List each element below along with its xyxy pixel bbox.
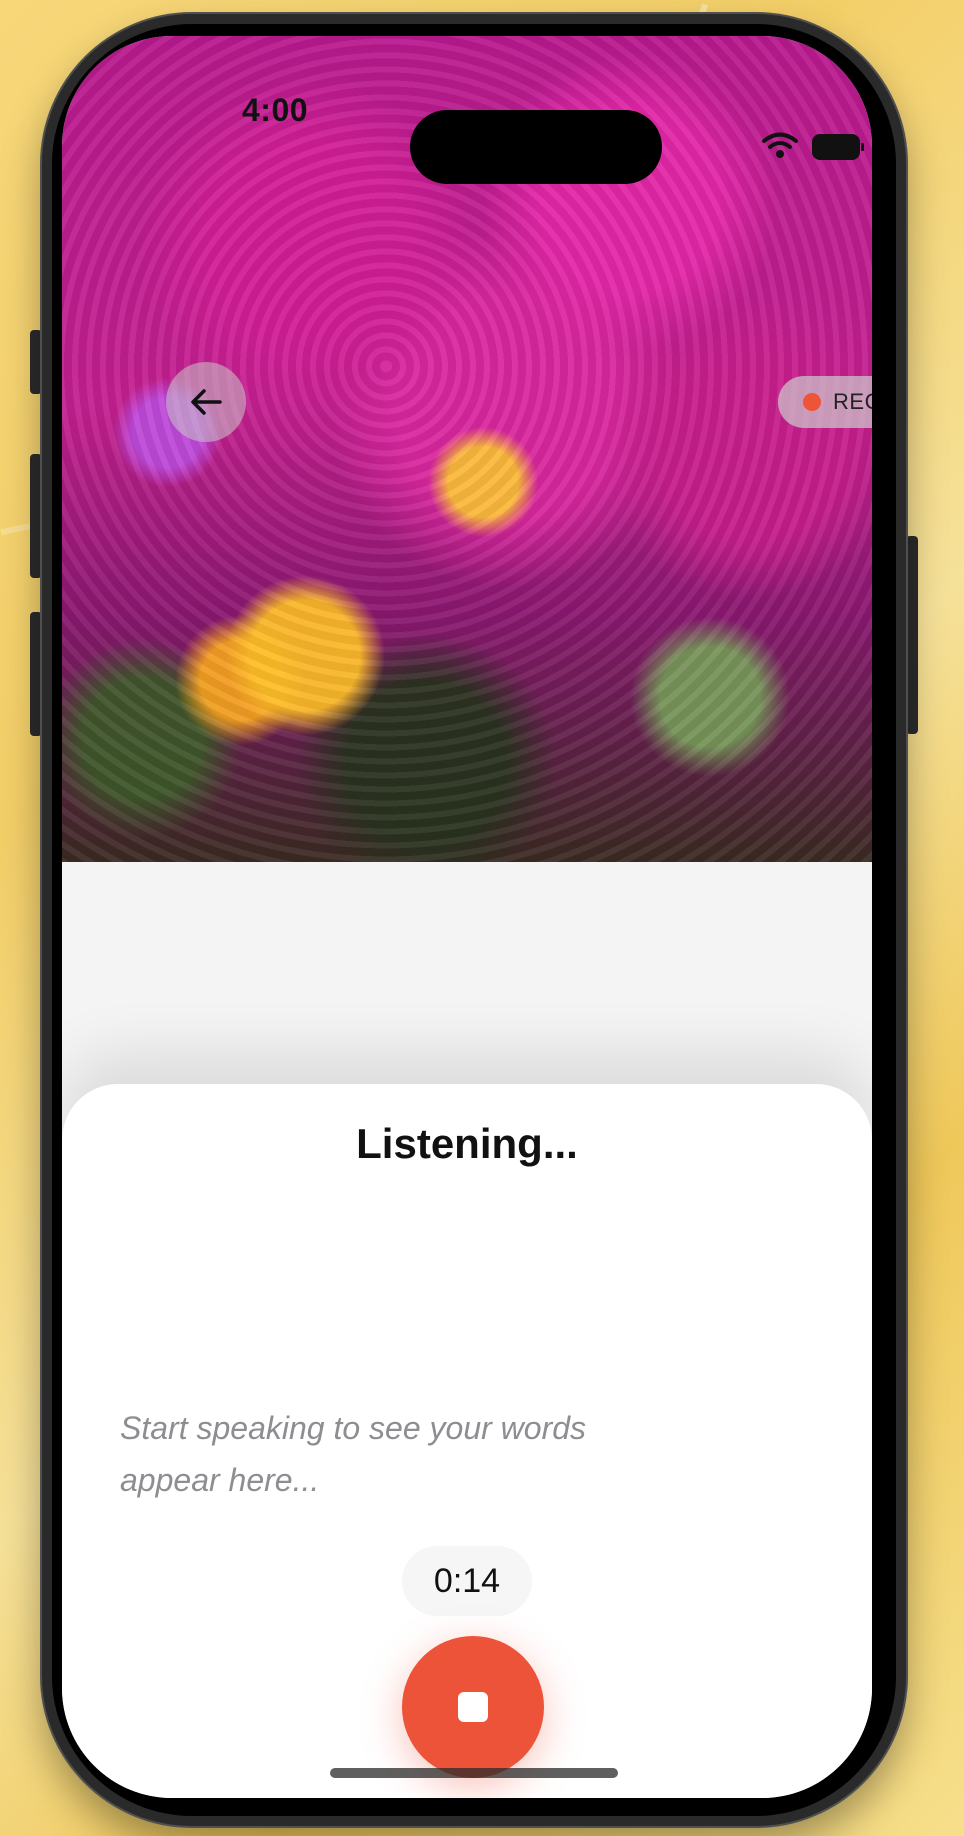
- back-button[interactable]: [166, 362, 246, 442]
- status-time: 4:00: [242, 92, 309, 128]
- transcript-placeholder: Start speaking to see your words appear …: [120, 1410, 587, 1498]
- recording-label: REC: [833, 389, 872, 414]
- listening-title: Listening...: [356, 1120, 578, 1167]
- volume-up-button: [30, 454, 42, 578]
- arrow-left-icon: [191, 389, 222, 415]
- volume-down-button: [30, 612, 42, 736]
- recording-dot-icon: [803, 393, 822, 411]
- app-screen: 4:00 REC Listening... Start speaking to …: [62, 36, 872, 1798]
- wifi-icon: [762, 132, 798, 158]
- recording-timer: 0:14: [402, 1546, 532, 1616]
- recording-indicator: REC: [778, 376, 872, 428]
- stop-icon: [458, 1692, 488, 1722]
- power-button: [906, 536, 918, 734]
- dynamic-island: [410, 110, 662, 184]
- stop-recording-button[interactable]: [402, 1636, 544, 1778]
- silent-switch: [30, 330, 42, 394]
- battery-icon: [814, 136, 864, 158]
- home-indicator: [330, 1768, 618, 1778]
